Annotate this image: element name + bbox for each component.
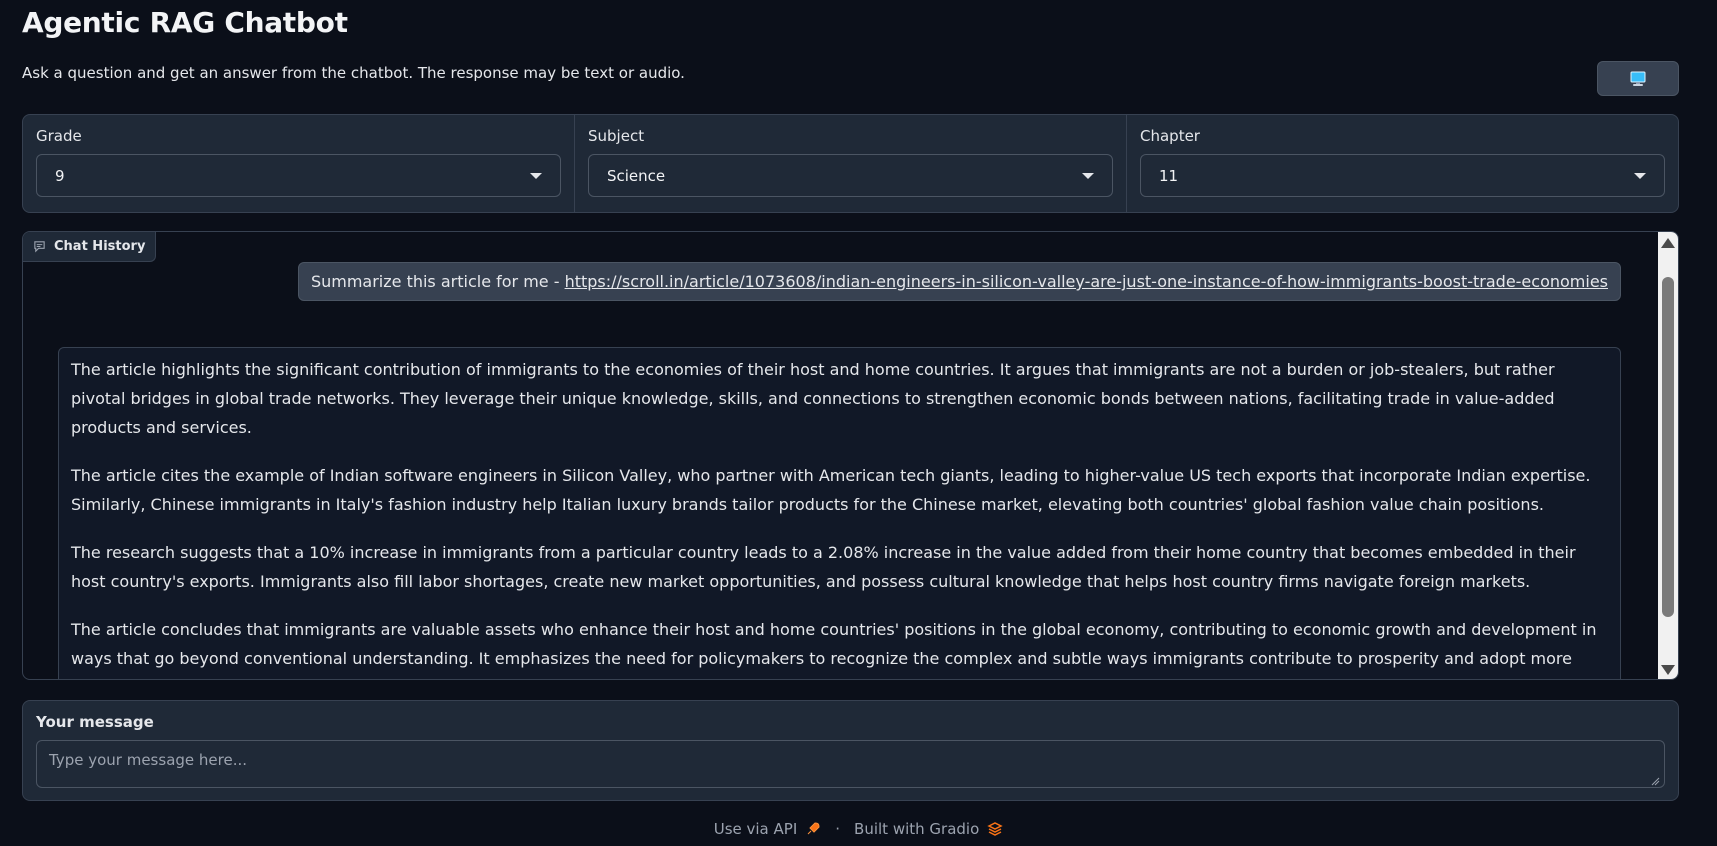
grade-dropdown[interactable]: 9 <box>36 154 561 197</box>
subject-value: Science <box>607 166 666 185</box>
user-message-bubble: Summarize this article for me - https://… <box>297 262 1621 301</box>
grade-label: Grade <box>36 127 82 145</box>
chapter-value: 11 <box>1159 166 1179 185</box>
grade-dropdown-group: Grade 9 <box>23 115 575 212</box>
footer-separator: · <box>835 820 841 838</box>
subject-dropdown[interactable]: Science <box>588 154 1113 197</box>
grade-value: 9 <box>55 166 65 185</box>
bot-paragraph: The article highlights the significant c… <box>71 360 1555 437</box>
chapter-label: Chapter <box>1140 127 1200 145</box>
chat-history-label: Chat History <box>23 232 157 262</box>
chat-scrollbar[interactable] <box>1658 232 1678 679</box>
chapter-dropdown-group: Chapter 11 <box>1127 115 1678 212</box>
chevron-down-icon <box>1634 172 1646 179</box>
message-label: Your message <box>36 713 154 731</box>
gradio-logo-icon <box>987 822 1003 836</box>
scrollbar-thumb[interactable] <box>1662 277 1674 617</box>
subject-label: Subject <box>588 127 645 145</box>
message-input[interactable] <box>36 740 1665 788</box>
chat-history-title: Chat History <box>54 239 146 254</box>
chat-bubble-icon <box>34 241 45 253</box>
use-via-api-link[interactable]: Use via API <box>714 820 798 838</box>
resize-handle-icon[interactable] <box>1650 776 1660 786</box>
subject-dropdown-group: Subject Science <box>575 115 1127 212</box>
scroll-down-arrow-icon[interactable] <box>1661 665 1675 675</box>
page-subtitle: Ask a question and get an answer from th… <box>22 64 685 82</box>
page-title: Agentic RAG Chatbot <box>22 6 348 39</box>
bot-message-bubble: The article highlights the significant c… <box>58 347 1621 679</box>
monitor-icon <box>1630 71 1646 86</box>
app-root: Agentic RAG Chatbot Ask a question and g… <box>0 0 1717 846</box>
filter-row: Grade 9 Subject Science Chapter 11 <box>22 114 1679 213</box>
built-with-gradio-link[interactable]: Built with Gradio <box>854 820 979 838</box>
article-link[interactable]: https://scroll.in/article/1073608/indian… <box>565 272 1608 291</box>
footer: Use via API · Built with Gradio <box>0 820 1717 838</box>
chapter-dropdown[interactable]: 11 <box>1140 154 1665 197</box>
rocket-icon <box>807 822 820 835</box>
chevron-down-icon <box>530 172 542 179</box>
chevron-down-icon <box>1082 172 1094 179</box>
theme-toggle-button[interactable] <box>1597 61 1679 96</box>
bot-paragraph: The research suggests that a 10% increas… <box>71 543 1576 591</box>
scroll-up-arrow-icon[interactable] <box>1661 238 1675 248</box>
user-message-prefix: Summarize this article for me - <box>310 272 565 291</box>
message-panel: Your message <box>22 700 1679 801</box>
chat-history-panel[interactable]: Chat History Summarize this article for … <box>22 231 1679 680</box>
bot-paragraph: The article cites the example of Indian … <box>71 466 1591 514</box>
bot-paragraph: The article concludes that immigrants ar… <box>71 620 1597 679</box>
